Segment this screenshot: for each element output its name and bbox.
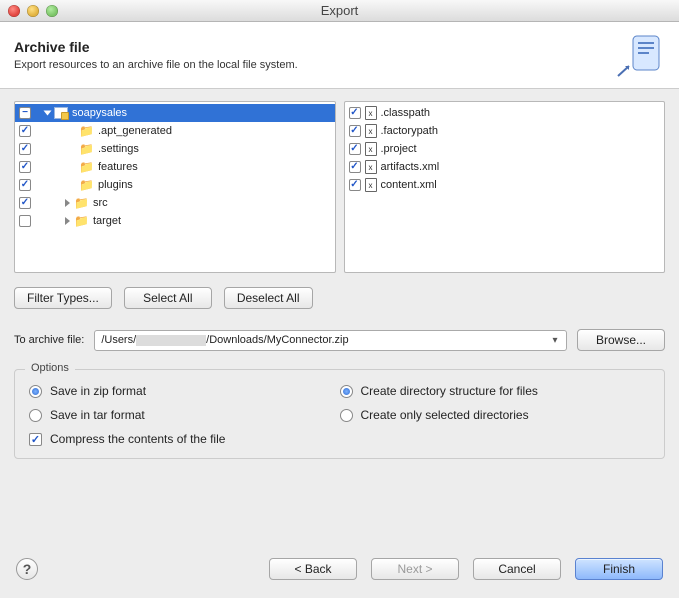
- back-button[interactable]: < Back: [269, 558, 357, 580]
- tree-item[interactable]: 📁 .apt_generated: [15, 122, 335, 140]
- options-group: Options Save in zip format Create direct…: [14, 369, 665, 459]
- checkbox-compress[interactable]: Compress the contents of the file: [29, 432, 340, 446]
- checkbox-icon[interactable]: [349, 161, 361, 173]
- zoom-window-button[interactable]: [46, 5, 58, 17]
- tree-root-label: soapysales: [72, 107, 127, 119]
- list-item[interactable]: x .project: [345, 140, 665, 158]
- radio-zip-label: Save in zip format: [50, 384, 146, 398]
- tree-item-label: src: [93, 197, 108, 209]
- radio-tar-label: Save in tar format: [50, 408, 145, 422]
- page-title: Archive file: [14, 39, 298, 55]
- archive-path-combo[interactable]: /Users/ /Downloads/MyConnector.zip ▾: [94, 330, 567, 351]
- tree-item[interactable]: 📁 plugins: [15, 176, 335, 194]
- folder-icon: 📁: [79, 142, 94, 156]
- help-button[interactable]: ?: [16, 558, 38, 580]
- list-item-label: content.xml: [381, 179, 437, 191]
- folder-icon: 📁: [79, 178, 94, 192]
- checkbox-icon[interactable]: [349, 143, 361, 155]
- redacted-segment: [136, 335, 206, 346]
- file-icon: x: [365, 124, 377, 138]
- checkbox-icon[interactable]: [19, 143, 31, 155]
- archive-path-prefix: /Users/: [101, 334, 136, 346]
- tree-item-label: features: [98, 161, 138, 173]
- checkbox-icon[interactable]: [349, 179, 361, 191]
- list-item[interactable]: x artifacts.xml: [345, 158, 665, 176]
- radio-create-sel[interactable]: Create only selected directories: [340, 408, 651, 422]
- radio-tar[interactable]: Save in tar format: [29, 408, 340, 422]
- export-icon: [615, 30, 665, 80]
- tree-root[interactable]: soapysales: [15, 104, 335, 122]
- folder-icon: 📁: [79, 160, 94, 174]
- list-item-label: .classpath: [381, 107, 431, 119]
- tree-item-label: plugins: [98, 179, 133, 191]
- checkbox-icon[interactable]: [349, 125, 361, 137]
- file-icon: x: [365, 142, 377, 156]
- minimize-window-button[interactable]: [27, 5, 39, 17]
- checkbox-icon[interactable]: [19, 161, 31, 173]
- wizard-header: Archive file Export resources to an arch…: [0, 22, 679, 89]
- file-icon: x: [365, 178, 377, 192]
- list-item-label: .project: [381, 143, 417, 155]
- radio-icon: [29, 409, 42, 422]
- window-title: Export: [0, 3, 679, 18]
- select-all-button[interactable]: Select All: [124, 287, 212, 309]
- tree-item[interactable]: 📁 target: [15, 212, 335, 230]
- chevron-down-icon[interactable]: ▾: [548, 334, 562, 348]
- checkbox-icon[interactable]: [19, 215, 31, 227]
- radio-zip[interactable]: Save in zip format: [29, 384, 340, 398]
- checkbox-compress-label: Compress the contents of the file: [50, 432, 225, 446]
- radio-create-dir[interactable]: Create directory structure for files: [340, 384, 651, 398]
- tree-item[interactable]: 📁 features: [15, 158, 335, 176]
- folder-icon: 📁: [74, 196, 89, 210]
- finish-button[interactable]: Finish: [575, 558, 663, 580]
- radio-icon: [29, 385, 42, 398]
- page-subtitle: Export resources to an archive file on t…: [14, 59, 298, 71]
- folder-icon: 📁: [79, 124, 94, 138]
- folder-icon: 📁: [74, 214, 89, 228]
- archive-path-label: To archive file:: [14, 334, 84, 346]
- titlebar: Export: [0, 0, 679, 22]
- tree-item-label: target: [93, 215, 121, 227]
- list-item[interactable]: x .factorypath: [345, 122, 665, 140]
- tree-item[interactable]: 📁 .settings: [15, 140, 335, 158]
- checkbox-icon[interactable]: [19, 107, 31, 119]
- filter-types-button[interactable]: Filter Types...: [14, 287, 112, 309]
- checkbox-icon[interactable]: [19, 197, 31, 209]
- checkbox-icon[interactable]: [19, 125, 31, 137]
- next-button: Next >: [371, 558, 459, 580]
- tree-item[interactable]: 📁 src: [15, 194, 335, 212]
- disclosure-triangle-icon[interactable]: [65, 199, 70, 207]
- radio-icon: [340, 409, 353, 422]
- list-item-label: .factorypath: [381, 125, 438, 137]
- radio-icon: [340, 385, 353, 398]
- list-item[interactable]: x .classpath: [345, 104, 665, 122]
- radio-create-dir-label: Create directory structure for files: [361, 384, 538, 398]
- resource-tree[interactable]: soapysales 📁 .apt_generated 📁 .settings …: [14, 101, 336, 273]
- options-legend: Options: [25, 362, 75, 374]
- close-window-button[interactable]: [8, 5, 20, 17]
- checkbox-icon[interactable]: [349, 107, 361, 119]
- cancel-button[interactable]: Cancel: [473, 558, 561, 580]
- file-icon: x: [365, 106, 377, 120]
- disclosure-triangle-icon[interactable]: [65, 217, 70, 225]
- tree-item-label: .apt_generated: [98, 125, 172, 137]
- file-list[interactable]: x .classpath x .factorypath x .project x…: [344, 101, 666, 273]
- project-icon: [54, 107, 68, 119]
- radio-create-sel-label: Create only selected directories: [361, 408, 529, 422]
- file-icon: x: [365, 160, 377, 174]
- list-item[interactable]: x content.xml: [345, 176, 665, 194]
- disclosure-triangle-icon[interactable]: [44, 111, 52, 116]
- browse-button[interactable]: Browse...: [577, 329, 665, 351]
- deselect-all-button[interactable]: Deselect All: [224, 287, 313, 309]
- checkbox-icon[interactable]: [19, 179, 31, 191]
- checkbox-icon: [29, 433, 42, 446]
- archive-path-suffix: /Downloads/MyConnector.zip: [206, 334, 348, 346]
- tree-item-label: .settings: [98, 143, 139, 155]
- list-item-label: artifacts.xml: [381, 161, 440, 173]
